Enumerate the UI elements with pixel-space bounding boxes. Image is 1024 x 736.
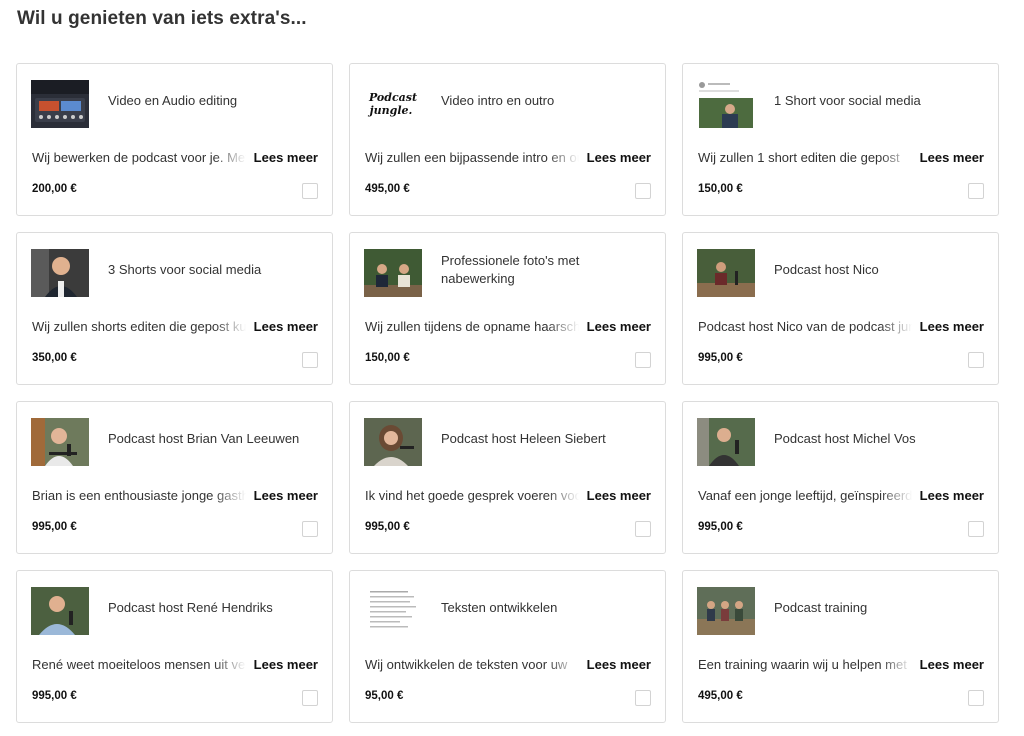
card-description: Een training waarin wij u helpen met: [698, 656, 907, 672]
read-more-link[interactable]: Lees meer: [920, 319, 984, 334]
extra-card-texts[interactable]: Teksten ontwikkelen Wij ontwikkelen de t…: [349, 570, 666, 723]
extra-card-host-brian[interactable]: Podcast host Brian Van Leeuwen Brian is …: [16, 401, 333, 554]
select-checkbox[interactable]: [635, 690, 651, 706]
card-description: Vanaf een jonge leeftijd, geïnspireerd: [698, 487, 912, 503]
read-more-link[interactable]: Lees meer: [587, 319, 651, 334]
mixing-console-image: [31, 80, 89, 128]
extra-card-video-intro-outro[interactable]: Podcast jungle. Video intro en outro Wij…: [349, 63, 666, 216]
card-price: 150,00 €: [365, 352, 410, 364]
host-mic-female-image: [364, 418, 422, 466]
card-description: René weet moeiteloos mensen uit verschil…: [32, 656, 246, 672]
extra-card-1-short[interactable]: 1 Short voor social media Wij zullen 1 s…: [682, 63, 999, 216]
card-description: Wij zullen een bijpassende intro en outr…: [365, 149, 579, 165]
select-checkbox[interactable]: [302, 352, 318, 368]
select-checkbox[interactable]: [968, 352, 984, 368]
extra-card-host-michel[interactable]: Podcast host Michel Vos Vanaf een jonge …: [682, 401, 999, 554]
card-title: Professionele foto's met nabewerking: [441, 253, 580, 286]
select-checkbox[interactable]: [968, 183, 984, 199]
card-price: 995,00 €: [365, 521, 410, 533]
read-more-link[interactable]: Lees meer: [920, 150, 984, 165]
read-more-link[interactable]: Lees meer: [920, 488, 984, 503]
extras-grid: Video en Audio editing Wij bewerken de p…: [16, 63, 999, 723]
select-checkbox[interactable]: [635, 183, 651, 199]
card-title: Podcast host René Hendriks: [108, 600, 273, 615]
card-title: 3 Shorts voor social media: [108, 262, 262, 277]
select-checkbox[interactable]: [635, 521, 651, 537]
host-mic-image: [31, 418, 89, 466]
card-price: 95,00 €: [365, 690, 404, 702]
card-price: 200,00 €: [32, 183, 77, 195]
extra-card-podcast-training[interactable]: Podcast training Een training waarin wij…: [682, 570, 999, 723]
card-description: Wij bewerken de podcast voor je. Met: [32, 149, 246, 165]
select-checkbox[interactable]: [302, 521, 318, 537]
studio-table-image: [697, 249, 755, 297]
logo-line-1: Podcast: [368, 91, 417, 104]
host-mic-bald-image: [697, 418, 755, 466]
card-price: 995,00 €: [698, 521, 743, 533]
card-title: Podcast host Nico: [774, 262, 879, 277]
select-checkbox[interactable]: [968, 690, 984, 706]
extra-card-3-shorts[interactable]: 3 Shorts voor social media Wij zullen sh…: [16, 232, 333, 385]
card-title: Podcast host Michel Vos: [774, 431, 916, 446]
extra-card-video-audio-editing[interactable]: Video en Audio editing Wij bewerken de p…: [16, 63, 333, 216]
card-price: 995,00 €: [698, 352, 743, 364]
text-document-image: [364, 587, 422, 635]
card-price: 495,00 €: [698, 690, 743, 702]
read-more-link[interactable]: Lees meer: [254, 319, 318, 334]
card-description: Wij zullen tijdens de opname haarscherpe: [365, 318, 579, 334]
host-portrait-image: [31, 249, 89, 297]
card-description: Ik vind het goede gesprek voeren voor: [365, 487, 579, 503]
select-checkbox[interactable]: [968, 521, 984, 537]
card-description: Wij ontwikkelen de teksten voor uw: [365, 656, 568, 672]
card-price: 495,00 €: [365, 183, 410, 195]
card-description: Wij zullen shorts editen die gepost kunn…: [32, 318, 246, 334]
select-checkbox[interactable]: [302, 183, 318, 199]
logo-line-2: jungle.: [368, 104, 413, 117]
card-title: Podcast training: [774, 600, 868, 615]
extra-card-host-heleen[interactable]: Podcast host Heleen Siebert Ik vind het …: [349, 401, 666, 554]
select-checkbox[interactable]: [635, 352, 651, 368]
podcast-jungle-logo-image: Podcast jungle.: [364, 80, 422, 128]
read-more-link[interactable]: Lees meer: [587, 488, 651, 503]
card-title: Video intro en outro: [441, 93, 555, 108]
training-group-image: [697, 587, 755, 635]
extra-card-host-rene[interactable]: Podcast host René Hendriks René weet moe…: [16, 570, 333, 723]
page-title: Wil u genieten van iets extra's...: [17, 8, 307, 29]
card-price: 350,00 €: [32, 352, 77, 364]
read-more-link[interactable]: Lees meer: [254, 488, 318, 503]
read-more-link[interactable]: Lees meer: [920, 657, 984, 672]
card-title: Podcast host Heleen Siebert: [441, 431, 606, 446]
card-title: 1 Short voor social media: [774, 93, 921, 108]
select-checkbox[interactable]: [302, 690, 318, 706]
studio-duo-image: [364, 249, 422, 297]
read-more-link[interactable]: Lees meer: [587, 150, 651, 165]
social-post-image: [697, 80, 755, 128]
card-title: Teksten ontwikkelen: [441, 600, 558, 615]
extra-card-professional-photos[interactable]: Professionele foto's met nabewerking Wij…: [349, 232, 666, 385]
card-description: Podcast host Nico van de podcast jungle: [698, 318, 912, 334]
read-more-link[interactable]: Lees meer: [587, 657, 651, 672]
read-more-link[interactable]: Lees meer: [254, 657, 318, 672]
card-price: 995,00 €: [32, 521, 77, 533]
read-more-link[interactable]: Lees meer: [254, 150, 318, 165]
card-title: Video en Audio editing: [108, 93, 238, 108]
extra-card-host-nico[interactable]: Podcast host Nico Podcast host Nico van …: [682, 232, 999, 385]
card-price: 150,00 €: [698, 183, 743, 195]
card-description: Wij zullen 1 short editen die gepost: [698, 149, 900, 165]
host-mic-blue-image: [31, 587, 89, 635]
card-description: Brian is een enthousiaste jonge gastheer: [32, 487, 246, 503]
card-price: 995,00 €: [32, 690, 77, 702]
card-title: Podcast host Brian Van Leeuwen: [108, 431, 300, 446]
